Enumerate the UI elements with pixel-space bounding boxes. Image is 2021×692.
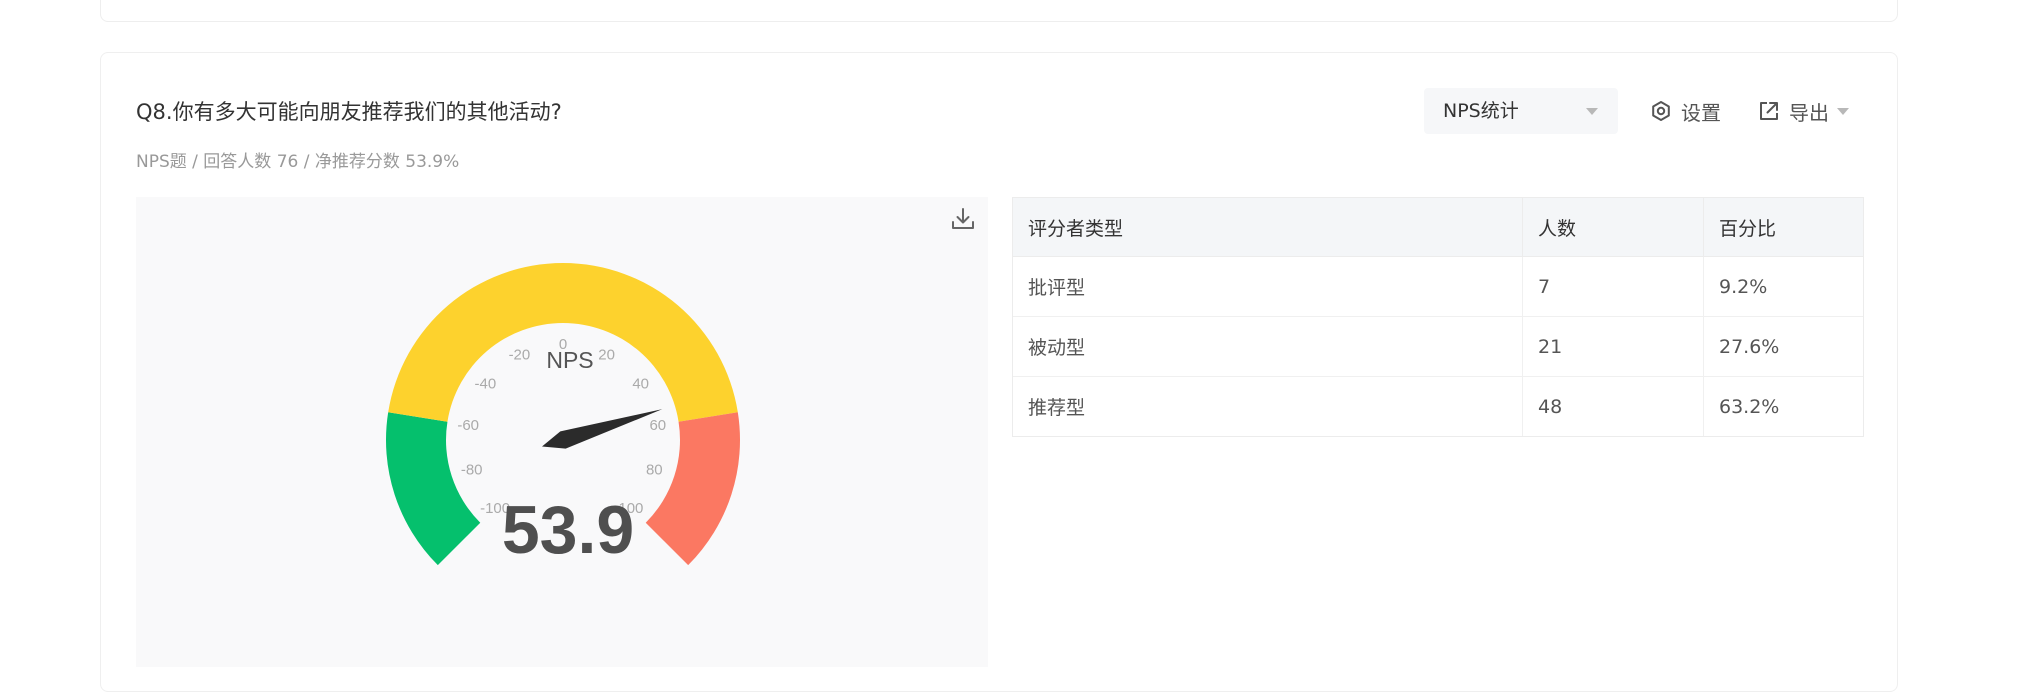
gauge-tick-label: 60 bbox=[649, 417, 666, 434]
gauge-value: 53.9 bbox=[502, 492, 634, 568]
column-header-type: 评分者类型 bbox=[1013, 198, 1523, 257]
table-cell-percent: 9.2% bbox=[1703, 256, 1863, 317]
chevron-down-icon bbox=[1586, 108, 1598, 115]
gauge-tick-label: 20 bbox=[598, 346, 615, 363]
stat-type-select[interactable]: NPS统计 bbox=[1424, 88, 1618, 134]
column-header-percent: 百分比 bbox=[1703, 198, 1863, 257]
table-cell-count: 7 bbox=[1522, 256, 1704, 317]
gauge-band-2 bbox=[645, 412, 740, 566]
external-link-icon bbox=[1760, 102, 1778, 120]
table-row: 推荐型 48 63.2% bbox=[1013, 376, 1863, 436]
download-icon[interactable] bbox=[950, 206, 976, 232]
question-title: Q8.你有多大可能向朋友推荐我们的其他活动? bbox=[136, 100, 562, 124]
nps-table: 评分者类型 人数 百分比 批评型 7 9.2% 被动型 21 27.6% 推荐型… bbox=[1012, 197, 1864, 437]
gear-icon bbox=[1652, 101, 1670, 121]
stat-type-value: NPS统计 bbox=[1443, 100, 1519, 122]
settings-label: 设置 bbox=[1681, 100, 1721, 125]
gauge-title: NPS bbox=[546, 347, 593, 373]
table-cell-type: 批评型 bbox=[1013, 256, 1523, 317]
table-row: 批评型 7 9.2% bbox=[1013, 256, 1863, 317]
chevron-down-icon bbox=[1837, 107, 1849, 115]
table-cell-percent: 27.6% bbox=[1703, 316, 1863, 377]
table-cell-percent: 63.2% bbox=[1719, 395, 1780, 418]
gauge-needle bbox=[541, 409, 663, 449]
export-button[interactable]: 导出 bbox=[1758, 96, 1849, 126]
gauge-tick-label: -40 bbox=[474, 376, 496, 393]
gauge-band-0 bbox=[386, 412, 481, 566]
previous-question-card bbox=[100, 0, 1898, 22]
gauge-tick-label: -60 bbox=[457, 417, 479, 434]
column-header-count: 人数 bbox=[1522, 198, 1704, 257]
nps-gauge: -100-80-60-40-20020406080100 NPS 53.9 bbox=[386, 262, 740, 568]
gauge-tick-label: -20 bbox=[509, 346, 531, 363]
question-summary: NPS题 / 回答人数 76 / 净推荐分数 53.9% bbox=[136, 152, 460, 172]
settings-button[interactable]: 设置 bbox=[1650, 96, 1721, 126]
table-cell-count: 21 bbox=[1522, 316, 1704, 377]
gauge-tick-label: 80 bbox=[646, 462, 663, 479]
table-cell-type: 推荐型 bbox=[1013, 376, 1523, 436]
table-cell-count: 48 bbox=[1522, 376, 1704, 436]
table-cell-type: 被动型 bbox=[1013, 316, 1523, 377]
export-label: 导出 bbox=[1789, 100, 1829, 125]
table-header-row: 评分者类型 人数 百分比 bbox=[1013, 198, 1863, 257]
table-row: 被动型 21 27.6% bbox=[1013, 316, 1863, 377]
gauge-tick-label: 40 bbox=[632, 376, 649, 393]
gauge-tick-label: -80 bbox=[461, 462, 483, 479]
